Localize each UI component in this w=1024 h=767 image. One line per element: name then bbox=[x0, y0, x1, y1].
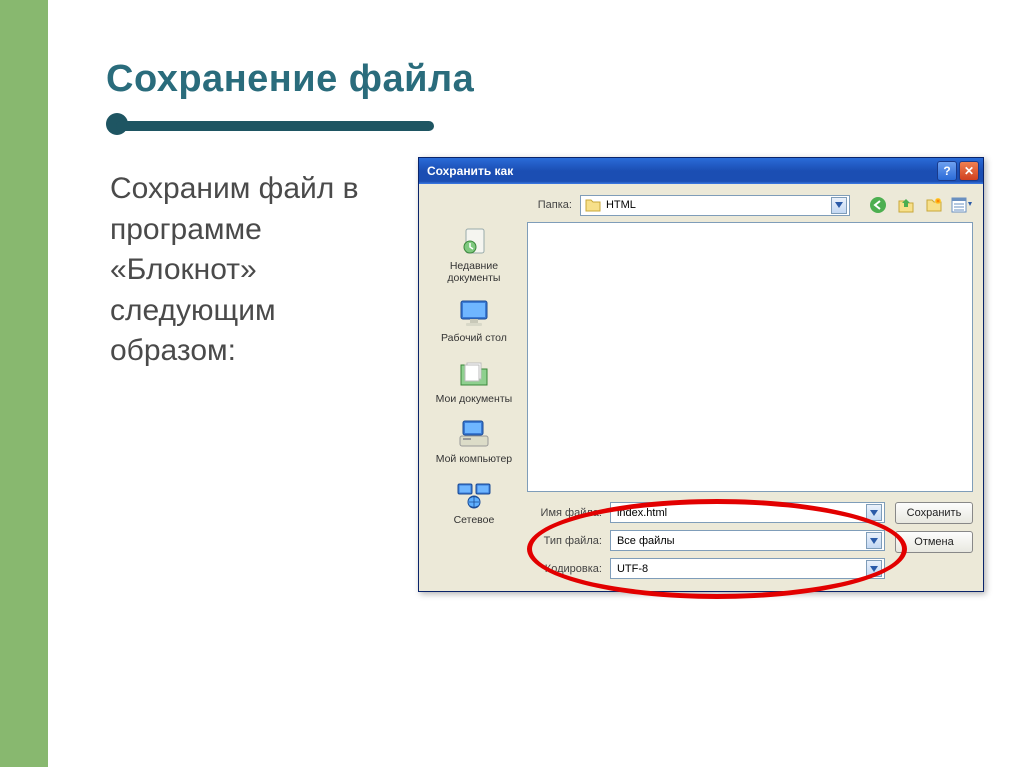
slide-accent-strip bbox=[0, 0, 48, 767]
folder-label: Папка: bbox=[527, 199, 572, 211]
my-documents-icon bbox=[456, 357, 492, 391]
places-recent-label: Недавние документы bbox=[431, 261, 517, 284]
network-icon bbox=[456, 478, 492, 512]
encoding-dropdown[interactable]: UTF-8 bbox=[610, 558, 885, 579]
places-mycomputer[interactable]: Мой компьютер bbox=[429, 413, 519, 470]
places-mycomputer-label: Мой компьютер bbox=[436, 454, 512, 466]
filetype-label: Тип файла: bbox=[527, 535, 602, 547]
places-mydocuments-label: Мои документы bbox=[436, 394, 513, 406]
places-mydocuments[interactable]: Мои документы bbox=[429, 353, 519, 410]
desktop-icon bbox=[456, 296, 492, 330]
bullet-bar bbox=[116, 121, 434, 131]
slide-title: Сохранение файла bbox=[106, 58, 984, 101]
encoding-value: UTF-8 bbox=[617, 563, 866, 575]
places-network[interactable]: Сетевое bbox=[429, 474, 519, 531]
title-underline bbox=[106, 119, 984, 129]
filename-label: Имя файла: bbox=[527, 507, 602, 519]
close-button[interactable]: ✕ bbox=[959, 161, 979, 181]
help-icon: ? bbox=[943, 164, 950, 178]
folder-value: HTML bbox=[606, 199, 826, 211]
file-list-area[interactable] bbox=[527, 222, 973, 492]
places-desktop-label: Рабочий стол bbox=[441, 333, 507, 345]
filetype-value: Все файлы bbox=[617, 535, 866, 547]
places-desktop[interactable]: Рабочий стол bbox=[429, 292, 519, 349]
recent-documents-icon bbox=[456, 224, 492, 258]
folder-dropdown[interactable]: HTML bbox=[580, 195, 850, 216]
nav-viewmenu-button[interactable] bbox=[951, 194, 973, 216]
dialog-title: Сохранить как bbox=[427, 164, 513, 178]
nav-newfolder-button[interactable] bbox=[923, 194, 945, 216]
folder-icon bbox=[585, 198, 601, 212]
places-recent[interactable]: Недавние документы bbox=[429, 220, 519, 288]
nav-back-button[interactable] bbox=[867, 194, 889, 216]
my-computer-icon bbox=[456, 417, 492, 451]
save-button[interactable]: Сохранить bbox=[895, 502, 973, 524]
cancel-button[interactable]: Отмена bbox=[895, 531, 973, 553]
slide-body-text: Сохраним файл в программе «Блокнот» след… bbox=[106, 157, 404, 372]
chevron-down-icon bbox=[866, 560, 882, 577]
filename-input[interactable]: index.html bbox=[610, 502, 885, 523]
help-button[interactable]: ? bbox=[937, 161, 957, 181]
close-icon: ✕ bbox=[964, 164, 974, 178]
chevron-down-icon bbox=[831, 197, 847, 214]
dialog-titlebar[interactable]: Сохранить как ? ✕ bbox=[419, 158, 983, 184]
places-bar: Недавние документы Рабочий стол bbox=[429, 194, 519, 579]
encoding-label: Кодировка: bbox=[527, 563, 602, 575]
filename-value: index.html bbox=[617, 507, 866, 519]
filetype-dropdown[interactable]: Все файлы bbox=[610, 530, 885, 551]
nav-up-button[interactable] bbox=[895, 194, 917, 216]
chevron-down-icon bbox=[866, 504, 882, 521]
chevron-down-icon bbox=[866, 532, 882, 549]
slide-container: Сохранение файла Сохраним файл в програм… bbox=[48, 0, 1024, 767]
places-network-label: Сетевое bbox=[454, 515, 495, 527]
save-as-dialog: Сохранить как ? ✕ bbox=[418, 157, 984, 592]
